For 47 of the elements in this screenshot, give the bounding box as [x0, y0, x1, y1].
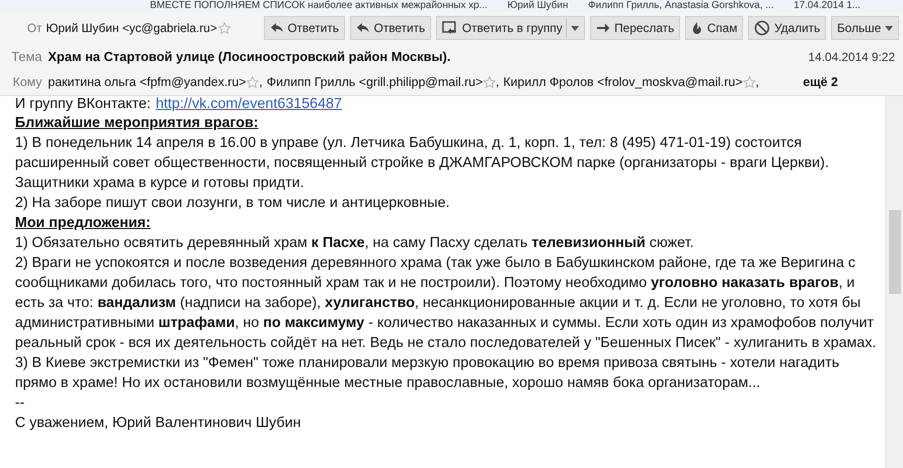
body-paragraph: 1) Обязательно освятить деревянный храм к Пасхе, на саму Пасху сделать телевизионный сюжет. [15, 234, 695, 253]
list-date: 17.04.2014 1... [794, 0, 860, 12]
comma-separator: , [496, 74, 500, 91]
reply-button[interactable]: Ответить [264, 16, 345, 40]
body-text: И группу ВКонтакте: [15, 96, 151, 113]
body-paragraph: 2) На заборе пишут свои лозунги, в том числе и антицерковные. [15, 194, 451, 213]
prohibition-icon [754, 20, 770, 36]
body-paragraph: 1) В понедельник 14 апреля в 16.00 в управе (ул. Летчика Бабушкина, д. 1, корп. 1, тел: 8 (495) 471-01-19) состоится расширенный совет общественности, посвященный стройке в ДЖАМГАРОВСКОМ парке (организаторы - враги Церкви). Защитники храма в курсе и готовы придти. [15, 134, 830, 193]
list-subject: ВМЕСТЕ ПОПОЛНЯЕМ СПИСОК наиболее активных межрайонных хр... [150, 0, 488, 12]
more-button[interactable]: Больше [831, 16, 899, 40]
field-label: От [26, 20, 42, 37]
flame-icon [691, 21, 704, 35]
star-icon[interactable] [218, 22, 232, 34]
list-recipients: Филипп Грилль, Anastasia Gorshkova, ... [588, 0, 774, 12]
star-icon[interactable] [742, 76, 756, 88]
field-label: Кому [12, 74, 42, 91]
reply-arrow-icon [270, 22, 284, 34]
field-label: Тема [10, 48, 42, 66]
body-paragraph: 2) Враги не успокоятся и после возведения деревянного храма (так уже было в Бабушкинском районе, где та же Веригина с сообщниками добилась того, что постоянный храм так и не построили). Поэтому необходимо уголовно наказать врагов, и есть за что: вандализм (надписи на заборе), хулиганство, несанкционированные акции и т. д. Если не уголовно, то хотя бы административными штрафами, но по максимуму - количество наказанных и суммы. Если хоть один из храмофобов получит реальный срок - вся их деятельность сойдёт на нет. Ведь не стало последователей у "Бешенных Писек" - хулиганить в храмах. [15, 254, 877, 353]
delete-button[interactable]: Удалить [748, 16, 826, 40]
recipient-address[interactable]: Филипп Грилль <grill.philipp@mail.ru> [266, 72, 483, 92]
more-recipients-link[interactable]: ещё 2 [803, 72, 838, 92]
comma-separator: , [259, 74, 263, 91]
message-subject: Храм на Стартовой улице (Лосиноостровский район Москвы). [48, 48, 451, 66]
section-heading: Ближайшие мероприятия врагов: [15, 114, 260, 133]
reply-all-icon [442, 21, 458, 35]
event-link[interactable]: http://vk.com/event63156487 [156, 96, 342, 113]
recipient-address[interactable]: Кирилл Фролов <frolov_moskva@mail.ru> [503, 72, 743, 92]
forward-button[interactable]: Переслать [590, 16, 680, 40]
list-sender: Юрий Шубин [507, 0, 568, 12]
star-icon[interactable] [482, 76, 496, 88]
message-date: 14.04.2014 9:22 [808, 48, 895, 66]
body-paragraph: 3) В Киеве экстремистки из "Фемен" тоже планировали мерзкую провокацию во время привоза святынь - хотели нагадить прямо в храме! Но их остановили возмущённые местные православные, хорошо намяв бока организаторам... [15, 354, 840, 393]
reply-all-button[interactable]: Ответить в группу [436, 16, 586, 40]
reply-button[interactable]: Ответить [350, 16, 432, 40]
forward-arrow-icon [596, 22, 610, 34]
recipient-address[interactable]: ракитина ольга <fpfm@yandex.ru> [48, 72, 246, 92]
body-paragraph: С уважением, Юрий Валентинович Шубин [15, 414, 302, 433]
section-heading: Мои предложения: [15, 214, 152, 233]
body-paragraph: -- [15, 394, 26, 413]
scrollbar-thumb[interactable] [888, 210, 900, 294]
spam-button[interactable]: Спам [685, 16, 744, 40]
sender-address: Юрий Шубин <yc@gabriela.ru> [46, 20, 218, 37]
comma-separator: , [756, 74, 760, 91]
scrollbar[interactable] [885, 96, 903, 468]
star-icon[interactable] [246, 76, 260, 88]
reply-arrow-icon [356, 22, 370, 34]
